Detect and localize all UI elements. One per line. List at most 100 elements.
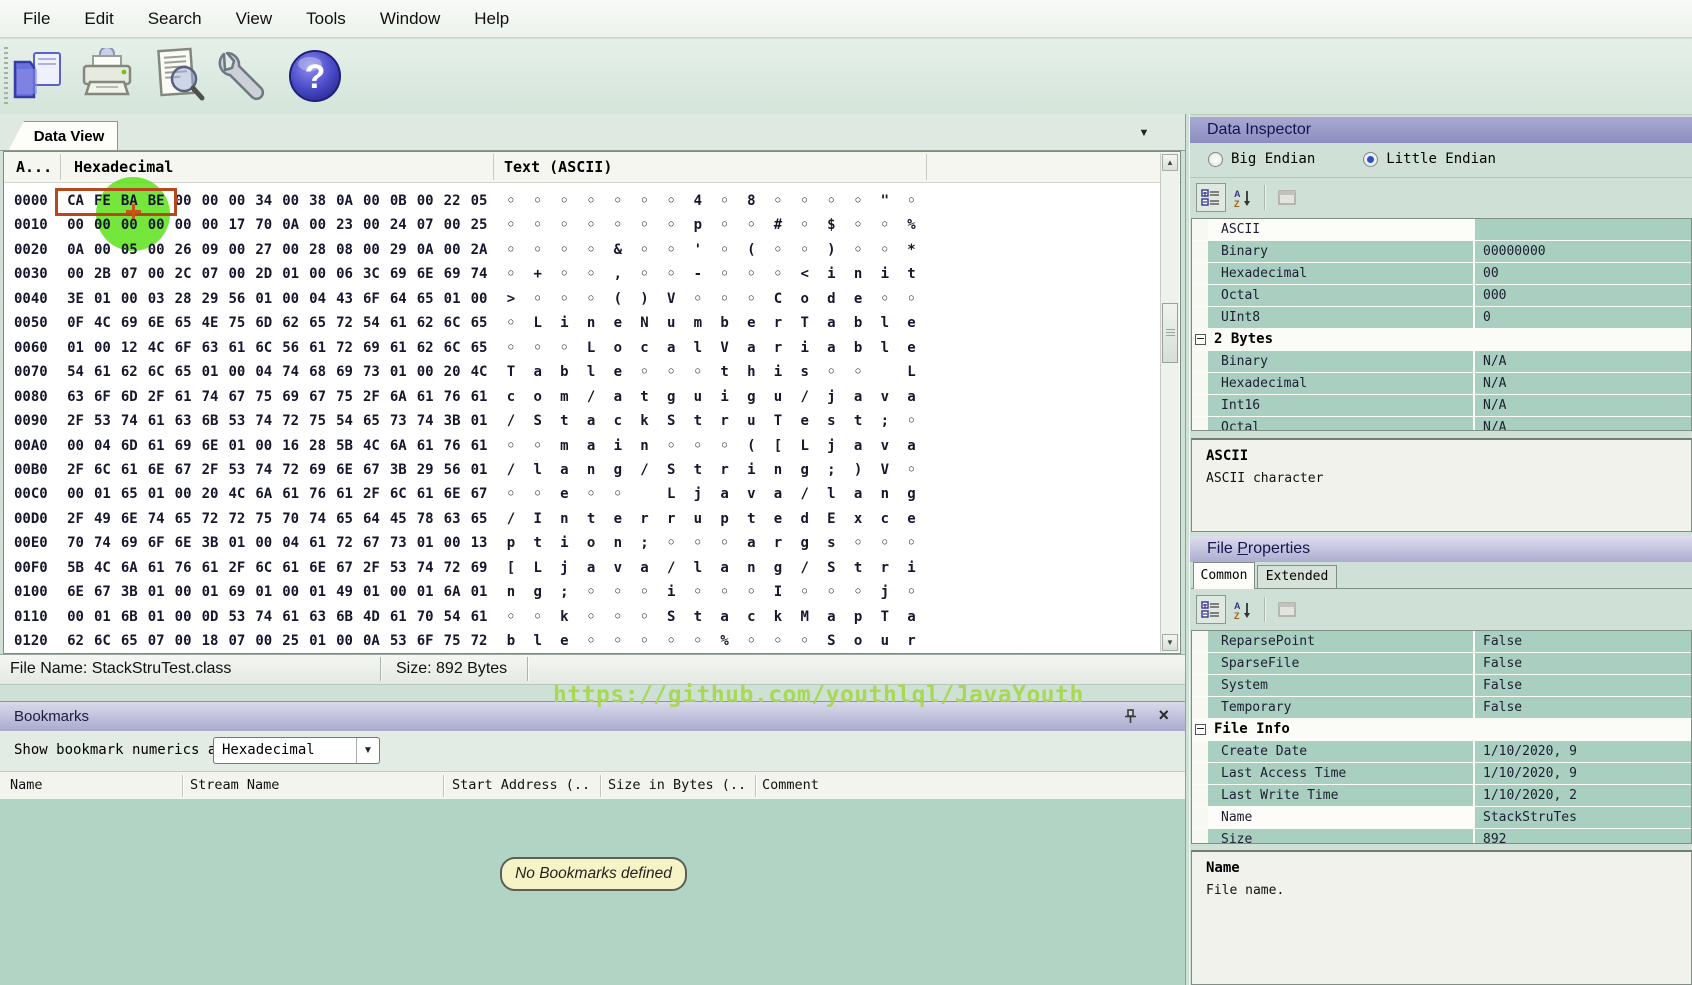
ascii-char[interactable]: T	[872, 609, 898, 625]
hex-byte[interactable]: 69	[170, 438, 197, 454]
ascii-char[interactable]: ;	[551, 584, 577, 600]
ascii-char[interactable]: (	[738, 438, 764, 454]
ascii-char[interactable]: ◦	[712, 438, 738, 454]
ascii-char[interactable]: ◦	[872, 291, 898, 307]
hex-byte[interactable]: 6E	[304, 560, 331, 576]
ascii-char[interactable]: ◦	[738, 633, 764, 649]
ascii-char[interactable]: u	[765, 389, 791, 405]
hex-byte[interactable]: 01	[358, 584, 385, 600]
ascii-char[interactable]: /	[792, 389, 818, 405]
ascii-char[interactable]: j	[872, 584, 898, 600]
ascii-char[interactable]: l	[818, 486, 844, 502]
ascii-char[interactable]: T	[765, 413, 791, 429]
hex-byte[interactable]: 6F	[89, 389, 116, 405]
property-row[interactable]: Create Date 1/10/2020, 9	[1192, 741, 1691, 763]
hex-byte[interactable]: 07	[223, 633, 250, 649]
hex-byte[interactable]: 74	[197, 389, 224, 405]
hex-byte[interactable]: 62	[412, 315, 439, 331]
ascii-char[interactable]: ◦	[765, 633, 791, 649]
ascii-char[interactable]: ◦	[578, 217, 604, 233]
ascii-char[interactable]: a	[712, 560, 738, 576]
ascii-char[interactable]: ◦	[658, 193, 684, 209]
ascii-char[interactable]: ,	[605, 266, 631, 282]
hex-byte[interactable]: 07	[116, 266, 143, 282]
hex-byte[interactable]: 69	[439, 266, 466, 282]
hex-byte[interactable]: 07	[412, 217, 439, 233]
hex-byte[interactable]: 00	[277, 193, 304, 209]
ascii-char[interactable]: ◦	[605, 217, 631, 233]
ascii-char[interactable]: a	[765, 486, 791, 502]
hex-byte[interactable]: 6C	[89, 462, 116, 478]
hex-byte[interactable]: 00	[439, 242, 466, 258]
hex-byte[interactable]: 13	[466, 535, 493, 551]
ascii-char[interactable]: ◦	[872, 242, 898, 258]
ascii-char[interactable]: g	[738, 389, 764, 405]
hex-byte[interactable]: 22	[439, 193, 466, 209]
ascii-char[interactable]: V	[872, 462, 898, 478]
ascii-char[interactable]: i	[605, 438, 631, 454]
hex-byte[interactable]: 29	[385, 242, 412, 258]
ascii-char[interactable]: 8	[738, 193, 764, 209]
hex-byte[interactable]: 61	[223, 340, 250, 356]
hex-byte[interactable]: 01	[143, 609, 170, 625]
ascii-char[interactable]: ◦	[738, 217, 764, 233]
hex-byte[interactable]: 6A	[385, 389, 412, 405]
hex-byte[interactable]: 20	[197, 486, 224, 502]
open-file-icon[interactable]	[8, 45, 70, 107]
ascii-char[interactable]: ◦	[712, 242, 738, 258]
ascii-char[interactable]: /	[498, 511, 524, 527]
ascii-char[interactable]: n	[605, 535, 631, 551]
hex-byte[interactable]: 00	[89, 217, 116, 233]
hex-byte[interactable]: 75	[331, 389, 358, 405]
property-row[interactable]: Size 892	[1192, 829, 1691, 843]
hex-byte[interactable]: 00	[223, 266, 250, 282]
print-icon[interactable]	[76, 45, 138, 107]
hex-byte[interactable]: 01	[250, 291, 277, 307]
property-group[interactable]: 2 Bytes	[1192, 329, 1691, 351]
ascii-char[interactable]: i	[792, 340, 818, 356]
ascii-char[interactable]: ◦	[845, 193, 871, 209]
ascii-char[interactable]: t	[685, 609, 711, 625]
ascii-char[interactable]: /	[792, 486, 818, 502]
ascii-char[interactable]: S	[818, 560, 844, 576]
ascii-char[interactable]: ◦	[899, 535, 925, 551]
ascii-char[interactable]: t	[578, 511, 604, 527]
hex-byte[interactable]: 6B	[197, 413, 224, 429]
ascii-char[interactable]: ◦	[578, 242, 604, 258]
ascii-char[interactable]: g	[525, 584, 551, 600]
ascii-char[interactable]: k	[765, 609, 791, 625]
ascii-char[interactable]: ◦	[632, 217, 658, 233]
ascii-char[interactable]: a	[525, 364, 551, 380]
hex-byte[interactable]: 62	[116, 364, 143, 380]
hex-byte[interactable]: 2F	[358, 486, 385, 502]
hex-byte[interactable]: 34	[250, 193, 277, 209]
radio-icon[interactable]	[1363, 151, 1379, 167]
ascii-char[interactable]: ◦	[498, 217, 524, 233]
hex-byte[interactable]: 0A	[62, 242, 89, 258]
sort-alphabetical-icon[interactable]: A Z	[1228, 595, 1258, 624]
ascii-char[interactable]: L	[525, 315, 551, 331]
property-row[interactable]: Last Access Time 1/10/2020, 9	[1192, 763, 1691, 785]
hex-byte[interactable]: 5B	[62, 560, 89, 576]
ascii-char[interactable]: ◦	[792, 193, 818, 209]
ascii-char[interactable]: ◦	[632, 584, 658, 600]
ascii-char[interactable]: i	[551, 315, 577, 331]
hex-byte[interactable]: 70	[277, 511, 304, 527]
hex-byte[interactable]: 3E	[62, 291, 89, 307]
hex-byte[interactable]: 61	[197, 560, 224, 576]
hex-byte[interactable]: 6E	[170, 535, 197, 551]
hex-byte[interactable]: 07	[143, 633, 170, 649]
ascii-char[interactable]: j	[551, 560, 577, 576]
hex-byte[interactable]: 69	[223, 584, 250, 600]
ascii-char[interactable]: ◦	[792, 633, 818, 649]
hex-byte[interactable]: 76	[439, 389, 466, 405]
hex-byte[interactable]: 00	[170, 584, 197, 600]
hex-byte[interactable]: 2F	[62, 462, 89, 478]
hex-byte[interactable]: 70	[250, 217, 277, 233]
ascii-char[interactable]: s	[818, 535, 844, 551]
hex-byte[interactable]: 00	[385, 584, 412, 600]
hex-byte[interactable]: 70	[62, 535, 89, 551]
hex-byte[interactable]: 67	[304, 389, 331, 405]
hex-byte[interactable]: 01	[143, 584, 170, 600]
hex-byte[interactable]: 63	[170, 413, 197, 429]
